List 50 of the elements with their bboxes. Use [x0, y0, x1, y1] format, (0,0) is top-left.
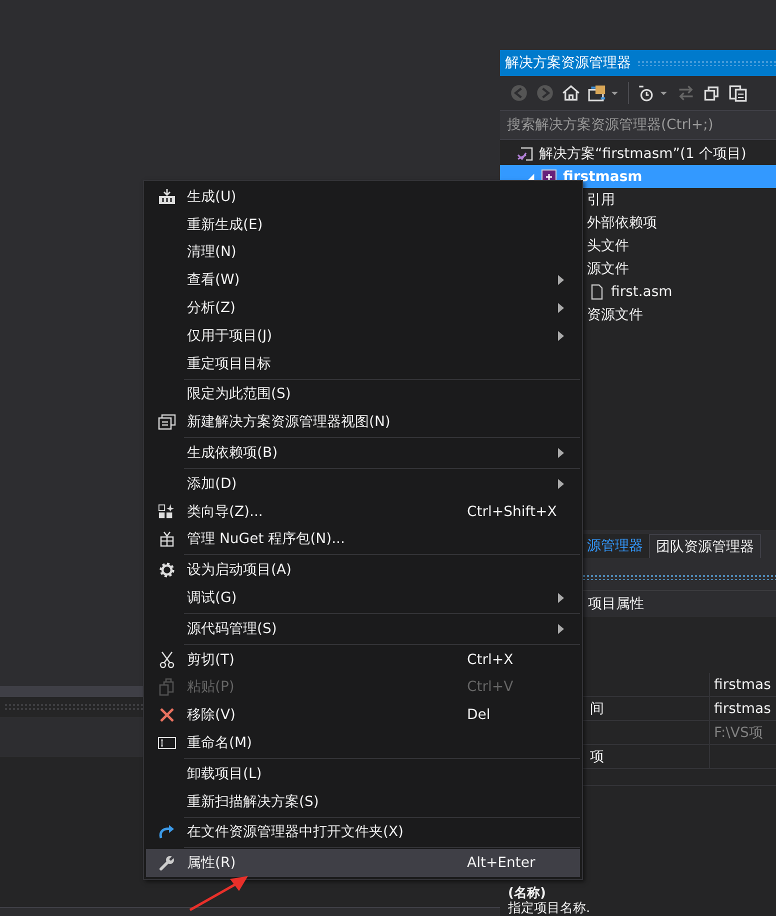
description-title: (名称) — [508, 886, 547, 901]
menu-item[interactable]: 清理(N) — [146, 238, 580, 266]
build-icon — [158, 188, 176, 205]
menu-item[interactable]: 管理 NuGet 程序包(N)... — [146, 526, 580, 554]
property-name: 间 — [590, 700, 604, 718]
menu-item[interactable]: 重定项目目标 — [146, 350, 580, 378]
panel-tab[interactable]: 团队资源管理器 — [650, 534, 761, 558]
menu-item[interactable]: 属性(R) Alt+Enter — [146, 849, 580, 878]
sync-icon[interactable] — [588, 84, 620, 102]
menu-item[interactable]: 类向导(Z)... Ctrl+Shift+X — [146, 498, 580, 526]
menu-item[interactable]: 设为启动项目(A) — [146, 556, 580, 584]
wizard-icon — [158, 503, 175, 520]
property-name: 项 — [590, 748, 604, 766]
menu-item[interactable]: 移除(V) Del — [146, 701, 580, 730]
menu-item[interactable]: 限定为此范围(S) — [146, 380, 580, 408]
menu-item[interactable]: 在文件资源管理器中打开文件夹(X) — [146, 818, 580, 846]
package-icon — [158, 531, 174, 548]
copy-icon[interactable] — [729, 84, 747, 102]
menu-item[interactable]: 添加(D) — [146, 470, 580, 498]
menu-item[interactable]: 重新生成(E) — [146, 210, 580, 239]
search-field[interactable]: 搜索解决方案资源管理器(Ctrl+;) — [500, 110, 776, 140]
clipboard-icon — [158, 678, 174, 696]
scissors-icon — [158, 650, 174, 669]
menu-item[interactable]: 仅用于项目(J) — [146, 322, 580, 350]
property-value[interactable]: firstmas — [714, 676, 771, 692]
swap-icon[interactable] — [677, 84, 695, 102]
menu-item[interactable]: 新建解决方案资源管理器视图(N) — [146, 408, 580, 436]
close-icon — [158, 707, 174, 724]
rename-icon — [158, 737, 176, 750]
menu-item[interactable]: 剪切(T) Ctrl+X — [146, 646, 580, 674]
settings-icon — [158, 561, 176, 580]
history-icon[interactable] — [637, 84, 669, 102]
menu-item[interactable]: 卸载项目(L) — [146, 760, 580, 788]
solution-icon — [517, 146, 533, 162]
curved-arrow-icon — [158, 824, 176, 840]
tree-item[interactable]: 解决方案“firstmasm”(1 个项目) — [500, 142, 776, 165]
home-icon[interactable] — [562, 84, 580, 102]
menu-item[interactable]: 生成依赖项(B) — [146, 439, 580, 467]
panel-title-text: 解决方案资源管理器 — [505, 54, 631, 72]
window-icon — [158, 414, 176, 430]
menu-item[interactable]: 重新扫描解决方案(S) — [146, 788, 580, 816]
wrench-icon — [158, 855, 174, 872]
menu-item[interactable]: 重命名(M) — [146, 729, 580, 757]
collapse-icon[interactable] — [703, 84, 721, 102]
menu-item[interactable]: 源代码管理(S) — [146, 614, 580, 643]
property-value[interactable]: firstmas — [714, 700, 771, 716]
menu-item[interactable]: 调试(G) — [146, 584, 580, 612]
properties-header: 项目属性 — [588, 595, 644, 613]
description-text: 指定项目名称. — [508, 901, 592, 916]
file-icon — [589, 284, 605, 300]
